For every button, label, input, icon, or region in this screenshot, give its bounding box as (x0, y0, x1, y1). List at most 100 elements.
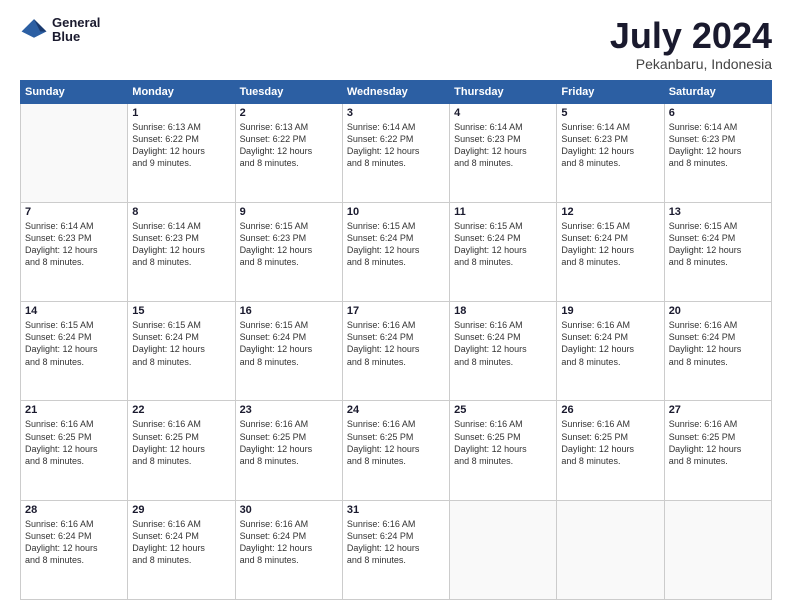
calendar-header-saturday: Saturday (664, 80, 771, 103)
calendar-week-1: 1Sunrise: 6:13 AMSunset: 6:22 PMDaylight… (21, 103, 772, 202)
day-info: Sunrise: 6:16 AMSunset: 6:24 PMDaylight:… (132, 518, 230, 567)
calendar-cell: 4Sunrise: 6:14 AMSunset: 6:23 PMDaylight… (450, 103, 557, 202)
day-info: Sunrise: 6:15 AMSunset: 6:24 PMDaylight:… (132, 319, 230, 368)
day-info: Sunrise: 6:16 AMSunset: 6:25 PMDaylight:… (347, 418, 445, 467)
title-block: July 2024 Pekanbaru, Indonesia (610, 16, 772, 72)
day-info: Sunrise: 6:16 AMSunset: 6:24 PMDaylight:… (347, 319, 445, 368)
calendar-cell: 27 Sunrise: 6:16 AMSunset: 6:25 PMDayligh… (664, 401, 771, 500)
calendar-cell: 3 Sunrise: 6:14 AMSunset: 6:22 PMDaylight… (342, 103, 449, 202)
calendar-cell: 14Sunrise: 6:15 AMSunset: 6:24 PMDayligh… (21, 302, 128, 401)
calendar-cell: 10Sunrise: 6:15 AMSunset: 6:24 PMDayligh… (342, 202, 449, 301)
logo-line1: General (52, 16, 100, 30)
calendar-cell (557, 500, 664, 599)
calendar-cell: 22Sunrise: 6:16 AMSunset: 6:25 PMDayligh… (128, 401, 235, 500)
calendar-week-4: 21 Sunrise: 6:16 AMSunset: 6:25 PMDayligh… (21, 401, 772, 500)
day-info: Sunrise: 6:16 AMSunset: 6:24 PMDaylight:… (454, 319, 552, 368)
calendar-header-thursday: Thursday (450, 80, 557, 103)
calendar-cell: 6Sunrise: 6:14 AMSunset: 6:23 PMDaylight… (664, 103, 771, 202)
calendar-cell: 29 Sunrise: 6:16 AMSunset: 6:24 PMDayligh… (128, 500, 235, 599)
day-number: 20 (669, 305, 767, 317)
calendar-cell: 7 Sunrise: 6:14 AMSunset: 6:23 PMDaylight… (21, 202, 128, 301)
day-info: Sunrise: 6:16 AMSunset: 6:25 PMDaylight:… (561, 418, 659, 467)
calendar-cell: 20 Sunrise: 6:16 AMSunset: 6:24 PMDayligh… (664, 302, 771, 401)
calendar-cell: 30 Sunrise: 6:16 AMSunset: 6:24 PMDayligh… (235, 500, 342, 599)
day-info: Sunrise: 6:16 AMSunset: 6:24 PMDaylight:… (240, 518, 338, 567)
day-info: Sunrise: 6:15 AMSunset: 6:24 PMDaylight:… (561, 220, 659, 269)
calendar-cell: 12 Sunrise: 6:15 AMSunset: 6:24 PMDayligh… (557, 202, 664, 301)
day-number: 8 (132, 206, 230, 218)
day-number: 21 (25, 404, 123, 416)
calendar-header-friday: Friday (557, 80, 664, 103)
calendar-cell: 18Sunrise: 6:16 AMSunset: 6:24 PMDayligh… (450, 302, 557, 401)
day-info: Sunrise: 6:16 AMSunset: 6:25 PMDaylight:… (132, 418, 230, 467)
day-number: 12 (561, 206, 659, 218)
day-info: Sunrise: 6:16 AMSunset: 6:25 PMDaylight:… (669, 418, 767, 467)
day-info: Sunrise: 6:16 AMSunset: 6:25 PMDaylight:… (240, 418, 338, 467)
logo-text: General Blue (52, 16, 100, 45)
day-number: 25 (454, 404, 552, 416)
day-number: 3 (347, 107, 445, 119)
day-info: Sunrise: 6:15 AMSunset: 6:24 PMDaylight:… (454, 220, 552, 269)
day-info: Sunrise: 6:14 AMSunset: 6:22 PMDaylight:… (347, 121, 445, 170)
day-number: 13 (669, 206, 767, 218)
calendar-cell: 5Sunrise: 6:14 AMSunset: 6:23 PMDaylight… (557, 103, 664, 202)
day-info: Sunrise: 6:16 AMSunset: 6:24 PMDaylight:… (347, 518, 445, 567)
calendar-header-monday: Monday (128, 80, 235, 103)
day-number: 26 (561, 404, 659, 416)
calendar-cell: 31 Sunrise: 6:16 AMSunset: 6:24 PMDayligh… (342, 500, 449, 599)
day-number: 5 (561, 107, 659, 119)
day-info: Sunrise: 6:16 AMSunset: 6:24 PMDaylight:… (25, 518, 123, 567)
day-number: 29 (132, 504, 230, 516)
calendar-cell: 1Sunrise: 6:13 AMSunset: 6:22 PMDaylight… (128, 103, 235, 202)
day-number: 19 (561, 305, 659, 317)
calendar-week-5: 28 Sunrise: 6:16 AMSunset: 6:24 PMDayligh… (21, 500, 772, 599)
subtitle: Pekanbaru, Indonesia (610, 56, 772, 72)
day-number: 27 (669, 404, 767, 416)
calendar-cell: 25 Sunrise: 6:16 AMSunset: 6:25 PMDayligh… (450, 401, 557, 500)
day-number: 23 (240, 404, 338, 416)
calendar-cell: 17Sunrise: 6:16 AMSunset: 6:24 PMDayligh… (342, 302, 449, 401)
day-info: Sunrise: 6:13 AMSunset: 6:22 PMDaylight:… (240, 121, 338, 170)
calendar-cell: 26 Sunrise: 6:16 AMSunset: 6:25 PMDayligh… (557, 401, 664, 500)
day-info: Sunrise: 6:16 AMSunset: 6:25 PMDaylight:… (454, 418, 552, 467)
calendar-cell: 9 Sunrise: 6:15 AMSunset: 6:23 PMDaylight… (235, 202, 342, 301)
calendar-cell: 2 Sunrise: 6:13 AMSunset: 6:22 PMDaylight… (235, 103, 342, 202)
day-number: 30 (240, 504, 338, 516)
day-number: 28 (25, 504, 123, 516)
calendar-header-row: SundayMondayTuesdayWednesdayThursdayFrid… (21, 80, 772, 103)
day-info: Sunrise: 6:14 AMSunset: 6:23 PMDaylight:… (25, 220, 123, 269)
day-info: Sunrise: 6:16 AMSunset: 6:25 PMDaylight:… (25, 418, 123, 467)
calendar-cell: 13Sunrise: 6:15 AMSunset: 6:24 PMDayligh… (664, 202, 771, 301)
day-info: Sunrise: 6:16 AMSunset: 6:24 PMDaylight:… (669, 319, 767, 368)
calendar-header-sunday: Sunday (21, 80, 128, 103)
logo: General Blue (20, 16, 100, 45)
day-number: 31 (347, 504, 445, 516)
calendar-week-2: 7 Sunrise: 6:14 AMSunset: 6:23 PMDaylight… (21, 202, 772, 301)
calendar-header-tuesday: Tuesday (235, 80, 342, 103)
header: General Blue July 2024 Pekanbaru, Indone… (20, 16, 772, 72)
day-info: Sunrise: 6:15 AMSunset: 6:24 PMDaylight:… (25, 319, 123, 368)
day-number: 7 (25, 206, 123, 218)
calendar-cell (21, 103, 128, 202)
calendar-cell: 24Sunrise: 6:16 AMSunset: 6:25 PMDayligh… (342, 401, 449, 500)
calendar-cell: 23 Sunrise: 6:16 AMSunset: 6:25 PMDayligh… (235, 401, 342, 500)
day-info: Sunrise: 6:13 AMSunset: 6:22 PMDaylight:… (132, 121, 230, 170)
day-info: Sunrise: 6:15 AMSunset: 6:24 PMDaylight:… (347, 220, 445, 269)
calendar-table: SundayMondayTuesdayWednesdayThursdayFrid… (20, 80, 772, 600)
day-number: 2 (240, 107, 338, 119)
calendar-cell: 8Sunrise: 6:14 AMSunset: 6:23 PMDaylight… (128, 202, 235, 301)
calendar-cell: 11 Sunrise: 6:15 AMSunset: 6:24 PMDayligh… (450, 202, 557, 301)
day-number: 16 (240, 305, 338, 317)
day-number: 15 (132, 305, 230, 317)
day-info: Sunrise: 6:15 AMSunset: 6:23 PMDaylight:… (240, 220, 338, 269)
calendar-cell: 15 Sunrise: 6:15 AMSunset: 6:24 PMDayligh… (128, 302, 235, 401)
day-number: 11 (454, 206, 552, 218)
day-number: 9 (240, 206, 338, 218)
day-info: Sunrise: 6:14 AMSunset: 6:23 PMDaylight:… (669, 121, 767, 170)
page: General Blue July 2024 Pekanbaru, Indone… (0, 0, 792, 612)
calendar-cell: 16Sunrise: 6:15 AMSunset: 6:24 PMDayligh… (235, 302, 342, 401)
calendar-cell (664, 500, 771, 599)
day-number: 4 (454, 107, 552, 119)
day-info: Sunrise: 6:16 AMSunset: 6:24 PMDaylight:… (561, 319, 659, 368)
logo-line2: Blue (52, 30, 100, 44)
